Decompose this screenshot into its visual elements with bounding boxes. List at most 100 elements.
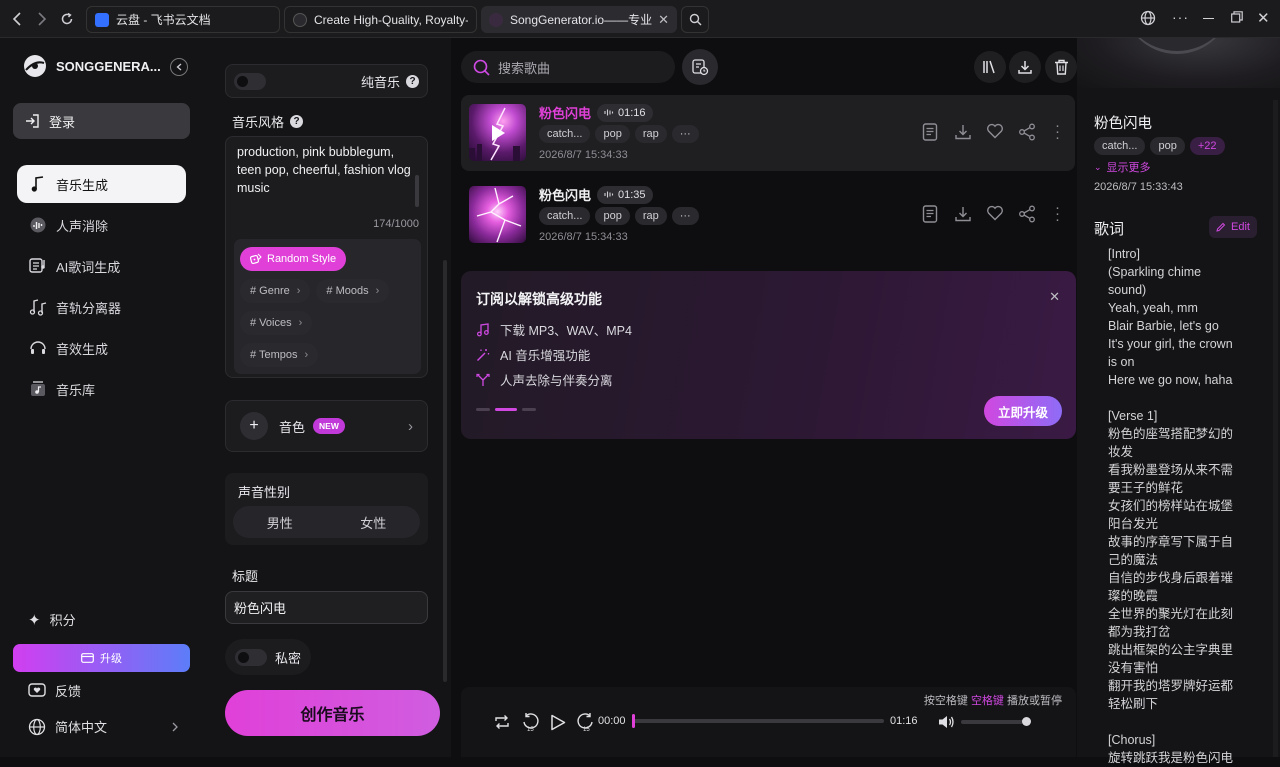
heart-icon[interactable] bbox=[986, 205, 1004, 223]
chip-genre[interactable]: # Genre › bbox=[240, 279, 311, 303]
repeat-icon[interactable] bbox=[494, 714, 510, 730]
upgrade-now-button[interactable]: 立即升级 bbox=[984, 396, 1062, 426]
edit-lyrics-button[interactable]: Edit bbox=[1209, 216, 1257, 238]
reload-icon[interactable] bbox=[58, 10, 76, 28]
tag[interactable]: catch... bbox=[539, 125, 591, 143]
points-link[interactable]: ✦ 积分 bbox=[28, 610, 76, 629]
sidebar-item-library[interactable]: 音乐库 bbox=[17, 370, 186, 408]
library-view-button[interactable] bbox=[974, 51, 1006, 83]
promo-feature-text: 人声去除与伴奏分离 bbox=[500, 374, 613, 388]
volume-slider[interactable] bbox=[961, 717, 1031, 726]
login-button[interactable]: 登录 bbox=[13, 103, 190, 139]
play-overlay-icon[interactable] bbox=[490, 124, 506, 142]
create-music-button[interactable]: 创作音乐 bbox=[225, 690, 440, 736]
vinyl-disc-icon bbox=[1122, 38, 1232, 54]
seek-bar[interactable] bbox=[632, 714, 884, 728]
add-voice-icon[interactable]: + bbox=[240, 412, 268, 440]
sidebar-item-music-generate[interactable]: 音乐生成 bbox=[17, 165, 186, 203]
download-all-button[interactable] bbox=[1009, 51, 1041, 83]
song-detail-panel: 粉色闪电 catch... pop +22 ⌄ 显示更多 2026/8/7 15… bbox=[1077, 38, 1280, 765]
chip-moods[interactable]: # Moods › bbox=[316, 279, 390, 303]
more-tags-count[interactable]: +22 bbox=[1189, 137, 1225, 155]
forward-icon[interactable] bbox=[33, 10, 51, 28]
more-tags-button[interactable]: ··· bbox=[671, 207, 699, 225]
delete-button[interactable] bbox=[1045, 51, 1077, 83]
sidebar-item-vocal-remove[interactable]: 人声消除 bbox=[17, 206, 186, 244]
lyrics-doc-icon[interactable] bbox=[922, 123, 940, 141]
close-promo-icon[interactable]: ✕ bbox=[1049, 289, 1060, 305]
globe-icon[interactable] bbox=[1140, 10, 1156, 26]
upgrade-button[interactable]: 升级 bbox=[13, 644, 190, 672]
share-icon[interactable] bbox=[1018, 205, 1036, 223]
private-toggle[interactable] bbox=[235, 648, 267, 666]
seek-handle[interactable] bbox=[632, 714, 635, 728]
share-icon[interactable] bbox=[1018, 123, 1036, 141]
song-title[interactable]: 粉色闪电 bbox=[539, 103, 591, 122]
restore-icon[interactable] bbox=[1231, 11, 1243, 23]
minimize-icon[interactable] bbox=[1203, 18, 1214, 20]
gender-female-option[interactable]: 女性 bbox=[327, 506, 421, 538]
heart-icon[interactable] bbox=[986, 123, 1004, 141]
textarea-scrollbar[interactable] bbox=[415, 175, 419, 207]
carousel-dot-active[interactable] bbox=[495, 408, 517, 411]
chip-voices[interactable]: # Voices › bbox=[240, 311, 313, 335]
tag[interactable]: catch... bbox=[1094, 137, 1146, 155]
title-input[interactable]: 粉色闪电 bbox=[225, 591, 428, 624]
tag[interactable]: pop bbox=[595, 125, 630, 143]
carousel-dot[interactable] bbox=[522, 408, 536, 411]
tab-songgenerator[interactable]: SongGenerator.io——专业的 ✕ bbox=[481, 6, 677, 33]
close-tab-icon[interactable]: ✕ bbox=[658, 12, 669, 28]
songgenerator-favicon-icon bbox=[489, 12, 503, 27]
sidebar-item-sound-effect[interactable]: 音效生成 bbox=[17, 329, 186, 367]
chip-tempos[interactable]: # Tempos › bbox=[240, 343, 319, 367]
song-title[interactable]: 粉色闪电 bbox=[539, 185, 591, 204]
tab-royalty[interactable]: Create High-Quality, Royalty-Fre bbox=[284, 6, 477, 33]
collapse-sidebar-icon[interactable] bbox=[170, 58, 188, 76]
sidebar-item-label: 音轨分离器 bbox=[56, 300, 122, 316]
help-icon[interactable]: ? bbox=[406, 74, 419, 88]
sidebar-item-stem-splitter[interactable]: 音轨分离器 bbox=[17, 288, 186, 326]
tag[interactable]: pop bbox=[1150, 137, 1185, 155]
play-icon[interactable] bbox=[550, 714, 566, 731]
more-tags-button[interactable]: ··· bbox=[671, 125, 699, 143]
tag[interactable]: rap bbox=[634, 125, 667, 143]
instrumental-toggle[interactable] bbox=[234, 72, 266, 90]
tab-feishu[interactable]: 云盘 - 飞书云文档 bbox=[86, 6, 280, 33]
tab-search-icon[interactable] bbox=[681, 6, 709, 33]
search-box[interactable]: 搜索歌曲 bbox=[461, 51, 675, 83]
show-more-link[interactable]: ⌄ 显示更多 bbox=[1094, 159, 1151, 175]
language-selector[interactable]: 简体中文 bbox=[28, 717, 178, 736]
rewind-15-icon[interactable]: 15 bbox=[521, 712, 541, 732]
history-button[interactable] bbox=[682, 49, 718, 85]
sidebar-item-ai-lyrics[interactable]: AI歌词生成 bbox=[17, 247, 186, 285]
tab-title: SongGenerator.io——专业的 bbox=[510, 13, 653, 27]
volume-handle[interactable] bbox=[1021, 717, 1031, 726]
tag[interactable]: catch... bbox=[539, 207, 591, 225]
lyrics-doc-icon[interactable] bbox=[922, 205, 940, 223]
download-icon[interactable] bbox=[954, 123, 972, 141]
more-vertical-icon[interactable]: · · · bbox=[1055, 118, 1061, 145]
more-vertical-icon[interactable]: · · · bbox=[1055, 200, 1061, 227]
forward-15-icon[interactable]: 15 bbox=[575, 712, 595, 732]
feedback-link[interactable]: 反馈 bbox=[28, 681, 81, 700]
volume-icon[interactable] bbox=[938, 715, 955, 729]
gender-male-option[interactable]: 男性 bbox=[233, 506, 327, 538]
tag[interactable]: rap bbox=[634, 207, 667, 225]
style-textarea[interactable]: production, pink bubblegum, teen pop, ch… bbox=[237, 143, 415, 197]
download-icon[interactable] bbox=[954, 205, 972, 223]
song-row[interactable]: 粉色闪电 01:16 catch... pop rap ··· 2026/8/7… bbox=[461, 95, 1075, 171]
music-note-icon bbox=[29, 175, 47, 193]
carousel-dot[interactable] bbox=[476, 408, 490, 411]
random-style-button[interactable]: Random Style bbox=[240, 247, 347, 271]
form-scrollbar[interactable] bbox=[443, 260, 447, 682]
search-input[interactable]: 搜索歌曲 bbox=[498, 58, 550, 77]
detail-scrollbar[interactable] bbox=[1273, 100, 1278, 757]
song-row[interactable]: 粉色闪电 01:35 catch... pop rap ··· 2026/8/7… bbox=[461, 177, 1075, 253]
lyrics-line: 旋转跳跃我是粉色闪电 bbox=[1108, 751, 1234, 765]
close-window-icon[interactable]: ✕ bbox=[1257, 9, 1270, 27]
back-icon[interactable] bbox=[8, 10, 26, 28]
voice-selector[interactable]: + 音色 NEW › bbox=[225, 400, 428, 452]
help-icon[interactable]: ? bbox=[290, 115, 304, 128]
more-icon[interactable]: ··· bbox=[1172, 9, 1189, 25]
tag[interactable]: pop bbox=[595, 207, 630, 225]
